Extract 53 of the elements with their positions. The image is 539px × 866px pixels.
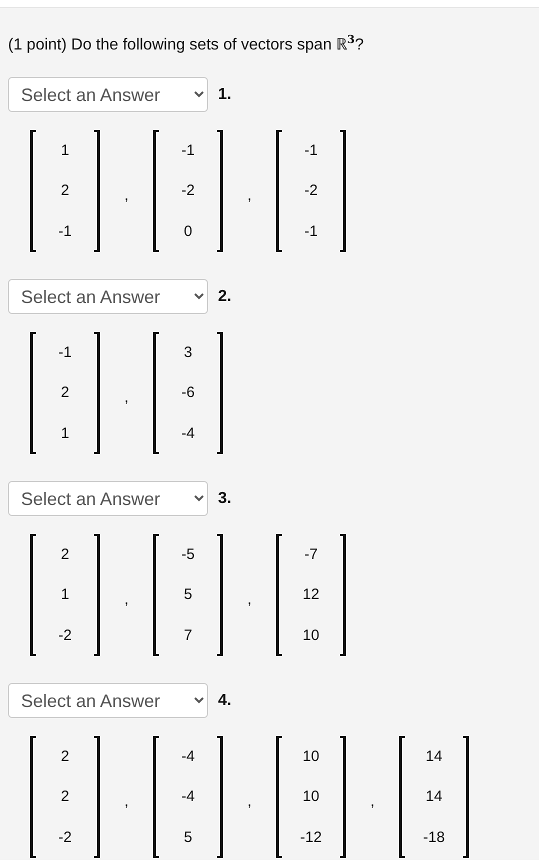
vector-entry: -2 <box>58 828 72 848</box>
vector-entry: 10 <box>302 626 320 646</box>
vector-entry: -7 <box>304 544 318 565</box>
comma: , <box>246 186 253 204</box>
part-number: 3. <box>218 490 232 508</box>
vector-entry: -1 <box>304 222 318 242</box>
answer-dropdown[interactable]: Select an Answer <box>8 77 208 112</box>
vector-entry: -1 <box>304 140 318 161</box>
vector-entry: 5 <box>184 585 192 606</box>
vector-entry: 7 <box>184 626 192 646</box>
vector-entry: 2 <box>60 544 70 565</box>
vector-entry: -4 <box>181 746 195 767</box>
answer-dropdown[interactable]: Select an Answer <box>8 279 208 314</box>
vector-entry: 2 <box>60 746 70 767</box>
vector-entry: -1 <box>181 140 195 161</box>
vector-entry: -6 <box>181 383 195 404</box>
vector-entry: 1 <box>60 424 70 444</box>
comma: , <box>123 186 130 204</box>
part-number: 2. <box>218 288 232 306</box>
question-text: (1 point) Do the following sets of vectors span ℝ$^{3}$? <box>8 32 365 56</box>
vector-entry: 14 <box>426 746 442 767</box>
vector-entry: -2 <box>181 181 195 202</box>
comma: , <box>123 388 130 406</box>
vector-entry: 2 <box>60 383 70 404</box>
vector-entry: -2 <box>304 181 318 202</box>
vector-entry: -4 <box>181 787 195 808</box>
vector-entry: 10 <box>302 746 320 767</box>
comma: , <box>246 792 253 810</box>
comma: , <box>123 590 130 608</box>
vector-entry: 2 <box>60 181 70 202</box>
vector-entry: 2 <box>60 787 70 808</box>
vector-entry: -12 <box>300 828 322 848</box>
vector-entry: -1 <box>58 342 72 363</box>
answer-dropdown[interactable]: Select an Answer <box>8 683 208 718</box>
vector-entry: -4 <box>181 424 195 444</box>
comma: , <box>369 792 376 810</box>
vector-entry: -1 <box>58 222 72 242</box>
vector-entry: 1 <box>60 140 70 161</box>
vector-entry: 1 <box>60 585 70 606</box>
vector-entry: 14 <box>426 787 442 808</box>
answer-dropdown[interactable]: Select an Answer <box>8 481 208 516</box>
vector-entry: 0 <box>184 222 192 242</box>
vector-entry: 3 <box>184 342 192 363</box>
part-number: 4. <box>218 692 232 710</box>
vector-entry: 12 <box>302 585 320 606</box>
vector-entry: 5 <box>184 828 192 848</box>
vector-entry: 10 <box>302 787 320 808</box>
vector-entry: -18 <box>423 828 445 848</box>
vector-entry: -2 <box>58 626 72 646</box>
comma: , <box>246 590 253 608</box>
comma: , <box>123 792 130 810</box>
part-number: 1. <box>218 86 232 104</box>
vector-entry: -5 <box>181 544 195 565</box>
